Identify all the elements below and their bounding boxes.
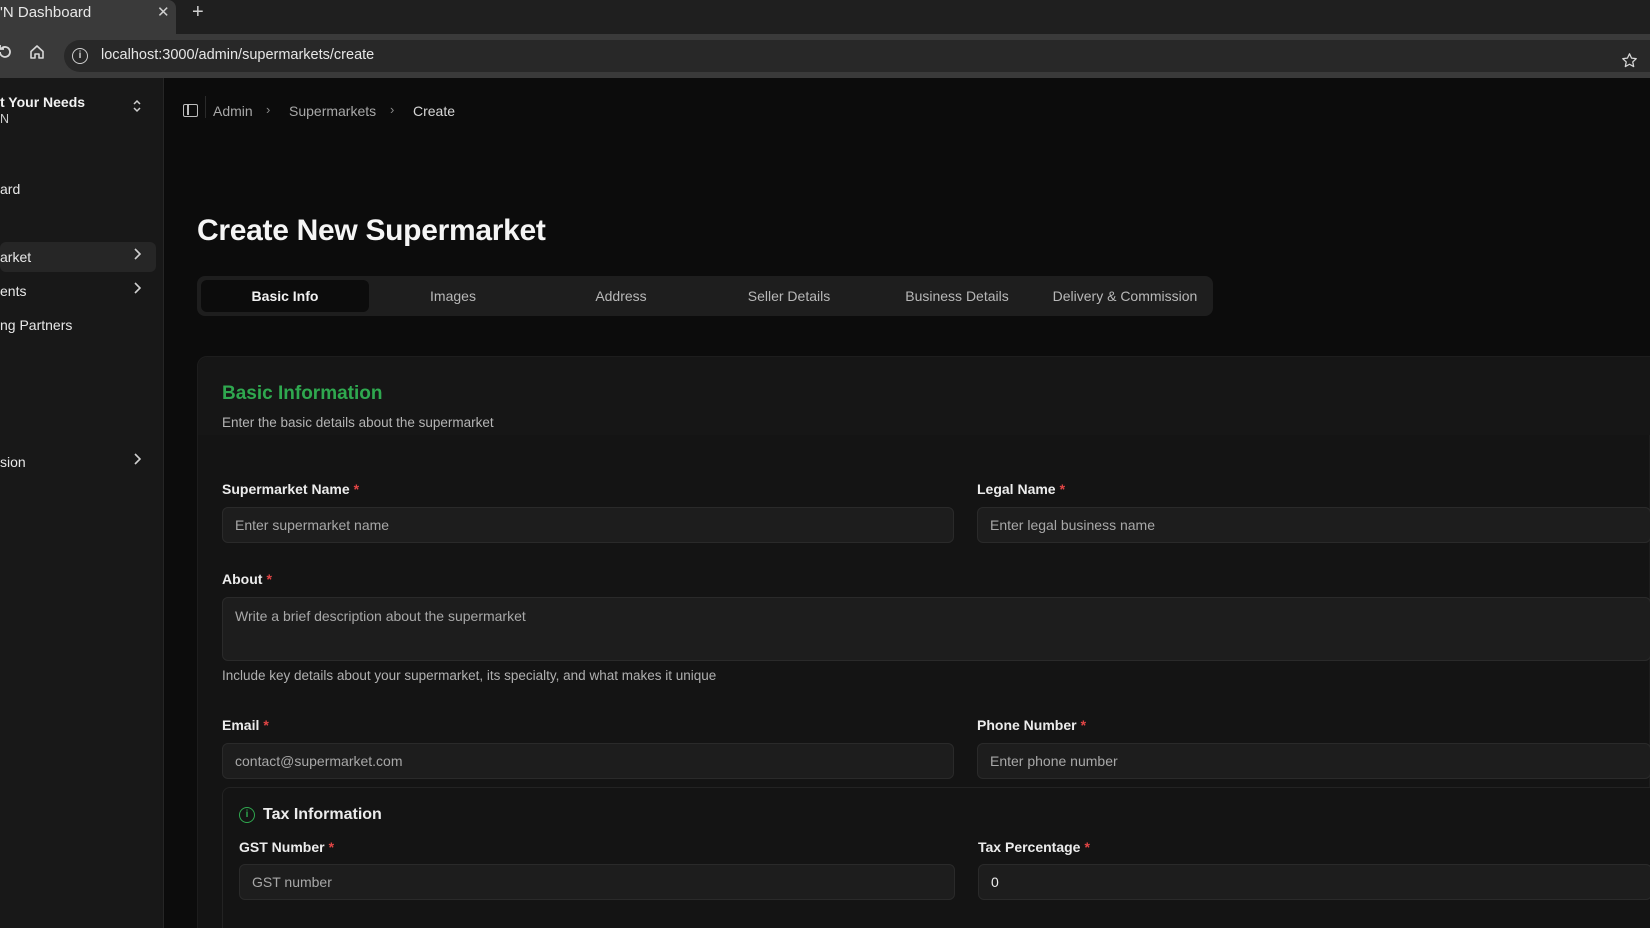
required-mark: * xyxy=(1080,717,1087,733)
tab-basic-info[interactable]: Basic Info xyxy=(201,280,369,312)
browser-tab-bar: 'N Dashboard ✕ + xyxy=(0,0,1650,34)
tax-information-section: i Tax Information GST Number * GST number… xyxy=(222,787,1650,928)
sidebar-item-supermarket[interactable]: arket xyxy=(0,242,156,272)
site-info-icon[interactable]: i xyxy=(72,48,88,64)
home-icon[interactable] xyxy=(29,44,45,65)
email-label: Email * xyxy=(222,717,269,733)
section-title: Basic Information xyxy=(222,383,383,404)
chevrons-up-down-icon[interactable] xyxy=(132,99,142,113)
phone-input[interactable]: Enter phone number xyxy=(977,743,1650,779)
chevron-right-icon xyxy=(133,247,142,265)
breadcrumb-supermarkets[interactable]: Supermarkets xyxy=(289,103,376,119)
tab-seller-details[interactable]: Seller Details xyxy=(705,280,873,312)
reload-icon[interactable] xyxy=(0,44,12,65)
sidebar-item-dashboard[interactable]: ard xyxy=(0,174,156,204)
sidebar: t Your Needs N ard arket ents ng Partner… xyxy=(0,78,164,928)
address-url[interactable]: localhost:3000/admin/supermarkets/create xyxy=(101,47,374,63)
about-hint: Include key details about your supermark… xyxy=(222,668,717,683)
legal-name-input[interactable]: Enter legal business name xyxy=(977,507,1650,543)
tab-business-details[interactable]: Business Details xyxy=(873,280,1041,312)
org-name[interactable]: t Your Needs xyxy=(0,94,85,110)
form-tabs: Basic Info Images Address Seller Details… xyxy=(197,276,1213,316)
breadcrumb-create: Create xyxy=(413,103,456,119)
required-mark: * xyxy=(263,717,269,733)
about-textarea[interactable]: Write a brief description about the supe… xyxy=(222,597,1650,661)
chevron-right-icon: › xyxy=(266,102,271,117)
sidebar-toggle-icon[interactable] xyxy=(183,104,198,117)
tax-percentage-label: Tax Percentage * xyxy=(978,839,1090,855)
about-label: About * xyxy=(222,571,272,587)
sidebar-item-partners[interactable]: ng Partners xyxy=(0,310,156,340)
page-title: Create New Supermarket xyxy=(197,214,546,247)
gst-number-input[interactable]: GST number xyxy=(239,864,955,900)
required-mark: * xyxy=(1059,481,1066,497)
chevron-right-icon xyxy=(133,281,142,299)
card-header: Basic Information Enter the basic detail… xyxy=(198,357,1650,435)
chevron-right-icon: › xyxy=(390,102,395,117)
required-mark: * xyxy=(266,571,272,587)
supermarket-name-input[interactable]: Enter supermarket name xyxy=(222,507,954,543)
tab-address[interactable]: Address xyxy=(537,280,705,312)
address-bar[interactable]: i localhost:3000/admin/supermarkets/crea… xyxy=(64,40,1650,72)
required-mark: * xyxy=(328,839,335,855)
divider xyxy=(205,96,206,118)
phone-label: Phone Number * xyxy=(977,717,1087,733)
tax-percentage-input[interactable]: 0 xyxy=(978,864,1650,900)
sidebar-item-commission[interactable]: sion xyxy=(0,447,156,477)
section-description: Enter the basic details about the superm… xyxy=(222,415,494,430)
org-subtitle: N xyxy=(0,112,10,126)
close-tab-icon[interactable]: ✕ xyxy=(157,3,170,21)
sidebar-item-label: ents xyxy=(0,283,27,299)
tab-delivery-commission[interactable]: Delivery & Commission xyxy=(1041,280,1209,312)
basic-info-card: Basic Information Enter the basic detail… xyxy=(197,356,1650,928)
legal-name-label: Legal Name * xyxy=(977,481,1066,497)
bookmark-star-icon[interactable] xyxy=(1621,52,1638,74)
tax-section-title: Tax Information xyxy=(263,806,382,823)
main-content: Admin › Supermarkets › Create Create New… xyxy=(165,78,1650,928)
tab-images[interactable]: Images xyxy=(369,280,537,312)
browser-toolbar: i localhost:3000/admin/supermarkets/crea… xyxy=(0,34,1650,78)
sidebar-item-label: ng Partners xyxy=(0,317,73,333)
sidebar-item-label: sion xyxy=(0,454,26,470)
required-mark: * xyxy=(1084,839,1090,855)
sidebar-item-label: arket xyxy=(0,249,32,265)
breadcrumb-admin[interactable]: Admin xyxy=(213,103,253,119)
gst-number-label: GST Number * xyxy=(239,839,335,855)
info-circle-icon: i xyxy=(239,807,255,823)
email-input[interactable]: contact@supermarket.com xyxy=(222,743,954,779)
browser-tab-title: 'N Dashboard xyxy=(0,4,92,21)
supermarket-name-label: Supermarket Name * xyxy=(222,481,360,497)
chevron-right-icon xyxy=(133,452,142,470)
browser-tab[interactable]: 'N Dashboard ✕ xyxy=(0,0,176,34)
new-tab-icon[interactable]: + xyxy=(192,1,204,24)
sidebar-item-agents[interactable]: ents xyxy=(0,276,156,306)
required-mark: * xyxy=(353,481,360,497)
sidebar-item-label: ard xyxy=(0,181,21,197)
